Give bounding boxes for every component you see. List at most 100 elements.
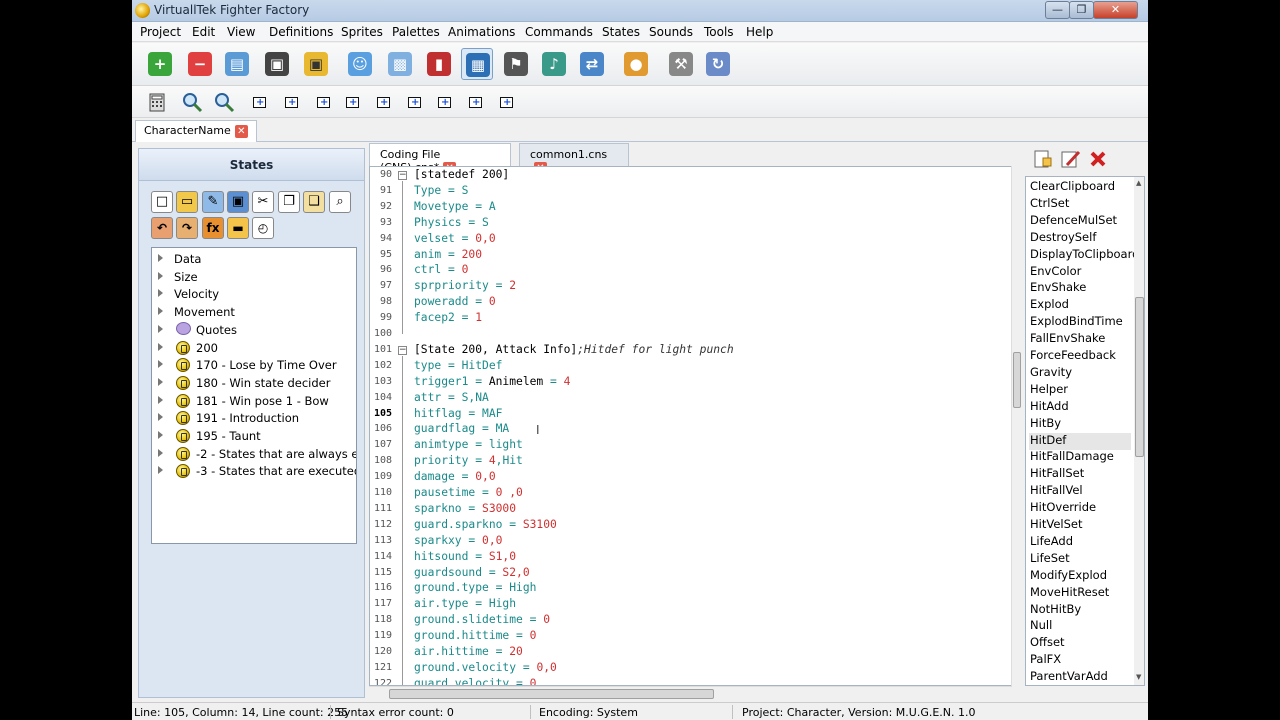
controller-item[interactable]: Explod <box>1029 297 1131 314</box>
transform-button[interactable]: ↻ <box>702 48 734 80</box>
insert-controller-button[interactable]: + <box>249 91 271 113</box>
tree-item[interactable]: -3 - States that are executed... <box>152 463 356 480</box>
fx-icon[interactable]: fx <box>202 217 224 239</box>
search-icon[interactable]: ⌕ <box>329 191 351 213</box>
expand-arrow-icon[interactable] <box>158 289 163 298</box>
tab-character[interactable]: CharacterName ✕ <box>135 120 257 142</box>
state-tree[interactable]: Data Size Velocity Movement Quotes 200 170 - L… <box>151 247 357 544</box>
insert-controller-button[interactable]: + <box>496 91 518 113</box>
lock-button[interactable]: ▣ <box>300 48 332 80</box>
tree-item[interactable]: 200 <box>152 340 356 357</box>
scroll-up-icon[interactable]: ▲ <box>1136 179 1141 187</box>
tree-item[interactable]: Velocity <box>152 286 356 303</box>
expand-arrow-icon[interactable] <box>158 377 163 386</box>
menu-palettes[interactable]: Palettes <box>392 25 440 39</box>
controller-list[interactable]: ClearClipboard CtrlSet DefenceMulSet Destro… <box>1025 176 1145 686</box>
sprite-button[interactable]: ▩ <box>384 48 416 80</box>
open-button[interactable]: ▤ <box>221 48 253 80</box>
scroll-thumb[interactable] <box>1013 352 1021 408</box>
new-state-icon[interactable]: □ <box>151 191 173 213</box>
tree-item[interactable]: Data <box>152 251 356 268</box>
insert-controller-button[interactable]: + <box>465 91 487 113</box>
expand-arrow-icon[interactable] <box>158 342 163 351</box>
palette-button[interactable]: ● <box>620 48 652 80</box>
undo-icon[interactable]: ↶ <box>151 217 173 239</box>
controller-item[interactable]: HitFallSet <box>1029 466 1131 483</box>
tree-item[interactable]: Movement <box>152 304 356 321</box>
controller-item[interactable]: Gravity <box>1029 365 1131 382</box>
controller-item[interactable]: NotHitBy <box>1029 602 1131 619</box>
insert-controller-button[interactable]: + <box>373 91 395 113</box>
delete-controller-button[interactable] <box>1087 148 1109 170</box>
controller-item[interactable]: ClearClipboard <box>1029 179 1131 196</box>
controller-item[interactable]: ForceFeedback <box>1029 348 1131 365</box>
calculator-button[interactable] <box>146 91 168 113</box>
controller-item[interactable]: Null <box>1029 618 1131 635</box>
remove-button[interactable]: − <box>184 48 216 80</box>
edit-controller-button[interactable] <box>1059 148 1081 170</box>
minimize-button[interactable]: — <box>1045 1 1070 19</box>
save-icon[interactable]: ▣ <box>227 191 249 213</box>
expand-arrow-icon[interactable] <box>158 271 163 280</box>
tree-item[interactable]: -2 - States that are always ex... <box>152 446 356 463</box>
expand-arrow-icon[interactable] <box>158 307 163 316</box>
insert-controller-button[interactable]: + <box>404 91 426 113</box>
save-button[interactable]: ▣ <box>261 48 293 80</box>
zoom-in-button[interactable] <box>181 91 203 113</box>
zoom-out-button[interactable] <box>213 91 235 113</box>
controller-item[interactable]: Offset <box>1029 635 1131 652</box>
menu-sounds[interactable]: Sounds <box>649 25 693 39</box>
controller-item[interactable]: HitBy <box>1029 416 1131 433</box>
maximize-button[interactable]: ❐ <box>1069 1 1094 19</box>
controller-item[interactable]: EnvShake <box>1029 280 1131 297</box>
tree-item[interactable]: 170 - Lose by Time Over <box>152 357 356 374</box>
variable-box-icon[interactable]: ▬ <box>227 217 249 239</box>
editor-horizontal-scrollbar[interactable] <box>369 686 1012 700</box>
var-clock-icon[interactable]: ◴ <box>252 217 274 239</box>
expand-arrow-icon[interactable] <box>158 360 163 369</box>
joystick-button[interactable]: ⚑ <box>500 48 532 80</box>
controller-item[interactable]: DestroySelf <box>1029 230 1131 247</box>
controller-item[interactable]: HitFallDamage <box>1029 449 1131 466</box>
expand-arrow-icon[interactable] <box>158 254 163 262</box>
tree-item[interactable]: 195 - Taunt <box>152 428 356 445</box>
controller-item[interactable]: CtrlSet <box>1029 196 1131 213</box>
close-icon[interactable]: ✕ <box>234 124 248 138</box>
controller-item[interactable]: HitFallVel <box>1029 483 1131 500</box>
tree-item[interactable]: 180 - Win state decider <box>152 375 356 392</box>
menu-edit[interactable]: Edit <box>192 25 215 39</box>
controller-item[interactable]: HitDef <box>1029 432 1131 450</box>
tree-item[interactable]: Size <box>152 269 356 286</box>
controller-item[interactable]: HitOverride <box>1029 500 1131 517</box>
people-button[interactable]: ☺ <box>344 48 376 80</box>
controller-item[interactable]: ModifyExplod <box>1029 568 1131 585</box>
new-controller-button[interactable] <box>1031 148 1053 170</box>
speaker-button[interactable]: ♪ <box>538 48 570 80</box>
edit-icon[interactable]: ✎ <box>202 191 224 213</box>
menu-view[interactable]: View <box>227 25 255 39</box>
controller-item[interactable]: ExplodBindTime <box>1029 314 1131 331</box>
tree-item[interactable]: 181 - Win pose 1 - Bow <box>152 393 356 410</box>
controller-item[interactable]: HitAdd <box>1029 399 1131 416</box>
controller-item[interactable]: LifeAdd <box>1029 534 1131 551</box>
animation-button[interactable]: ▦ <box>461 48 493 80</box>
menu-definitions[interactable]: Definitions <box>269 25 333 39</box>
controller-item[interactable]: PalFX <box>1029 652 1131 669</box>
controller-item[interactable]: DefenceMulSet <box>1029 213 1131 230</box>
tab-common1[interactable]: common1.cns✕ <box>519 143 629 175</box>
film-button[interactable]: ▮ <box>423 48 455 80</box>
menu-project[interactable]: Project <box>140 25 181 39</box>
controller-item[interactable]: DisplayToClipboard <box>1029 247 1139 264</box>
transfer-button[interactable]: ⇄ <box>576 48 608 80</box>
controller-item[interactable]: HitVelSet <box>1029 517 1131 534</box>
tools-button[interactable]: ⚒ <box>665 48 697 80</box>
controller-item[interactable]: EnvColor <box>1029 264 1131 281</box>
menu-commands[interactable]: Commands <box>525 25 593 39</box>
fold-toggle-icon[interactable]: − <box>398 171 407 180</box>
expand-arrow-icon[interactable] <box>158 395 163 404</box>
controller-item[interactable]: MoveHitReset <box>1029 585 1131 602</box>
controller-item[interactable]: Helper <box>1029 382 1131 399</box>
scroll-thumb[interactable] <box>1135 297 1144 457</box>
open-folder-icon[interactable]: ▭ <box>176 191 198 213</box>
menu-states[interactable]: States <box>602 25 640 39</box>
